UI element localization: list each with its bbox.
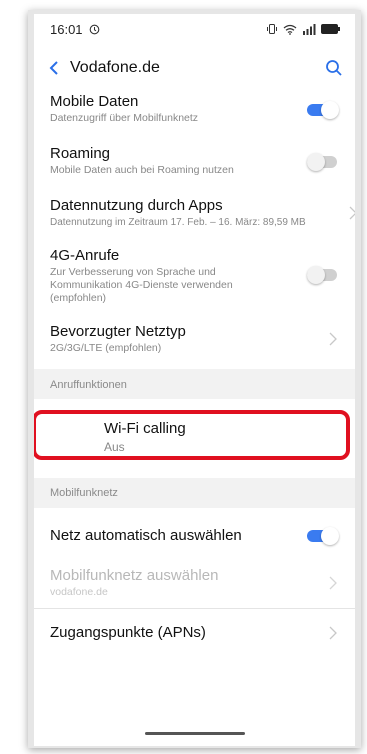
setting-mobile-data[interactable]: Mobile Daten Datenzugriff über Mobilfunk… (50, 92, 345, 125)
section-label-mobile-network: Mobilfunknetz (50, 487, 118, 499)
app-header: Vodafone.de (34, 48, 355, 88)
network-type-subtitle: 2G/3G/LTE (empfohlen) (50, 342, 162, 354)
chevron-right-icon (329, 626, 337, 640)
page-title: Vodafone.de (70, 59, 160, 76)
back-arrow-icon[interactable] (48, 60, 60, 76)
setting-select-mobile-network: Mobilfunknetz auswählen vodafone.de (50, 566, 345, 599)
mobile-data-title: Mobile Daten (50, 93, 139, 110)
4g-calls-toggle[interactable] (307, 266, 339, 284)
auto-network-title: Netz automatisch auswählen (50, 527, 242, 544)
chevron-right-icon (349, 206, 355, 220)
chevron-right-icon (329, 332, 337, 346)
4g-calls-subtitle-line-2: Kommunikation 4G-Dienste verwenden (50, 279, 233, 291)
divider (34, 608, 355, 609)
network-type-title: Bevorzugter Netztyp (50, 323, 186, 340)
mobile-data-toggle[interactable] (307, 101, 339, 119)
setting-access-point-names[interactable]: Zugangspunkte (APNs) (50, 621, 345, 645)
setting-preferred-network-type[interactable]: Bevorzugter Netztyp 2G/3G/LTE (empfohlen… (50, 322, 345, 355)
vibrate-icon (267, 24, 277, 34)
roaming-subtitle: Mobile Daten auch bei Roaming nutzen (50, 164, 234, 176)
search-icon[interactable] (325, 59, 343, 77)
alarm-icon (89, 24, 99, 34)
home-indicator[interactable] (145, 732, 245, 735)
setting-auto-select-network[interactable]: Netz automatisch auswählen (50, 524, 345, 548)
section-label-call-features: Anruffunktionen (50, 379, 127, 391)
phone-screen: 16:01 Vodafone.de Mobile Daten Datenzugr… (34, 14, 355, 746)
setting-roaming[interactable]: Roaming Mobile Daten auch bei Roaming nu… (50, 144, 345, 177)
data-usage-subtitle: Datennutzung im Zeitraum 17. Feb. – 16. … (50, 217, 306, 228)
data-usage-title: Datennutzung durch Apps (50, 197, 223, 214)
4g-calls-subtitle-line-3: (empfohlen) (50, 292, 107, 304)
setting-4g-calls[interactable]: 4G-Anrufe Zur Verbesserung von Sprache u… (50, 246, 345, 305)
setting-data-usage[interactable]: Datennutzung durch Apps Datennutzung im … (50, 196, 355, 229)
roaming-toggle[interactable] (307, 153, 339, 171)
status-time: 16:01 (50, 21, 83, 37)
mobile-data-subtitle: Datenzugriff über Mobilfunknetz (50, 112, 199, 124)
battery-icon (321, 24, 340, 34)
select-network-subtitle: vodafone.de (50, 586, 108, 598)
signal-icon (303, 23, 316, 35)
chevron-right-icon (329, 576, 337, 590)
wifi-calling-highlight-box (34, 410, 350, 460)
select-network-title: Mobilfunknetz auswählen (50, 567, 219, 584)
4g-calls-subtitle-line-1: Zur Verbesserung von Sprache und (50, 266, 216, 278)
apn-title: Zugangspunkte (APNs) (50, 624, 206, 641)
4g-calls-title: 4G-Anrufe (50, 247, 120, 264)
wifi-icon (283, 24, 297, 35)
auto-network-toggle[interactable] (307, 527, 339, 545)
status-bar: 16:01 (34, 14, 355, 44)
roaming-title: Roaming (50, 145, 111, 162)
